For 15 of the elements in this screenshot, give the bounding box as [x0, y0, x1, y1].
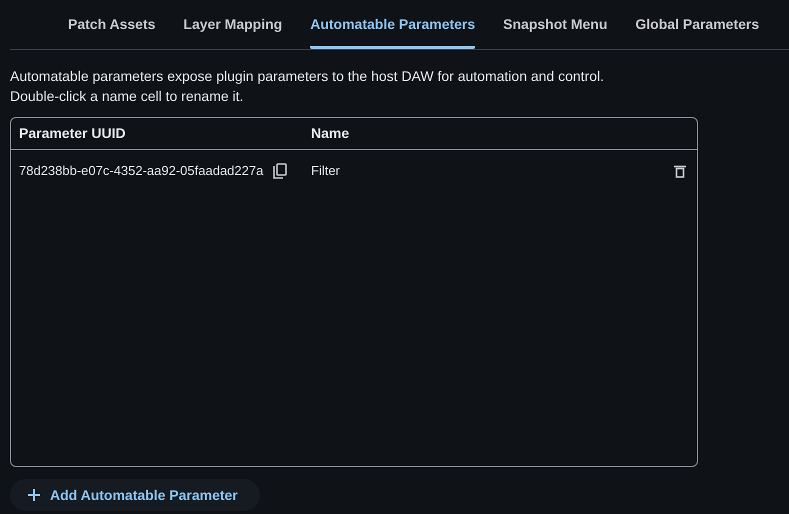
name-cell[interactable]: Filter — [311, 161, 340, 181]
description-text: Automatable parameters expose plugin parameters to the host DAW for automation and control. — [10, 67, 604, 86]
tab[interactable]: Global Parameters — [635, 0, 760, 49]
description-text: Double-click a name cell to rename it. — [10, 87, 244, 106]
tab[interactable]: Automatable Parameters — [310, 0, 476, 49]
tab[interactable]: Layer Mapping — [183, 0, 282, 49]
column-header: Parameter UUID — [19, 125, 126, 141]
uuid-cell-text: 78d238bb-e07c-4352-aa92-05faadad227a — [19, 162, 264, 180]
plus-icon — [28, 489, 40, 501]
copy-icon[interactable] — [273, 163, 288, 179]
delete-icon[interactable] — [674, 164, 686, 178]
add-parameter-button[interactable]: Add Automatable Parameter — [10, 479, 260, 511]
column-header: Name — [311, 125, 350, 141]
tab[interactable]: Snapshot Menu — [503, 0, 608, 49]
tab[interactable]: Patch Assets — [68, 0, 156, 49]
